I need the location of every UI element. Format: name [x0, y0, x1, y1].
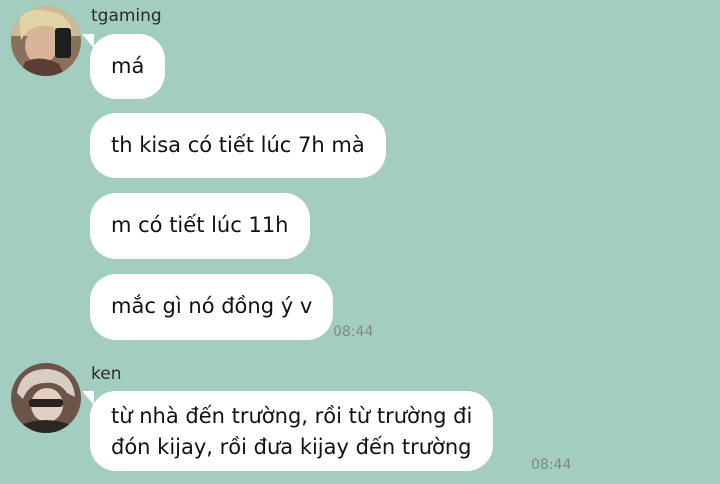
message-bubble[interactable]: má — [90, 34, 166, 99]
message-text: từ nhà đến trường, rồi từ trường đi — [111, 404, 473, 428]
message-bubble[interactable]: th kisa có tiết lúc 7h mà — [90, 113, 386, 178]
message-text: th kisa có tiết lúc 7h mà — [111, 133, 365, 157]
message-text: m có tiết lúc 11h — [111, 213, 289, 237]
bubble-tail — [82, 34, 94, 48]
message-bubble[interactable]: từ nhà đến trường, rồi từ trường đi đón … — [90, 391, 494, 471]
message-text: má — [111, 54, 145, 78]
bubble-tail — [82, 391, 94, 405]
chat-thread[interactable]: tgaming má th kisa có tiết lúc 7h mà m c… — [0, 0, 720, 484]
sender-name: tgaming — [91, 6, 162, 26]
message-timestamp: 08:44 — [333, 324, 374, 340]
message-timestamp: 08:44 — [531, 457, 572, 473]
message-text: mắc gì nó đồng ý v — [111, 294, 313, 318]
avatar-icon[interactable] — [11, 363, 81, 433]
avatar-icon[interactable] — [11, 6, 81, 76]
message-text: đón kijay, rồi đưa kijay đến trường — [111, 435, 472, 459]
message-bubble[interactable]: m có tiết lúc 11h — [90, 193, 310, 259]
sender-name: ken — [91, 364, 122, 384]
message-bubble[interactable]: mắc gì nó đồng ý v — [90, 274, 334, 340]
